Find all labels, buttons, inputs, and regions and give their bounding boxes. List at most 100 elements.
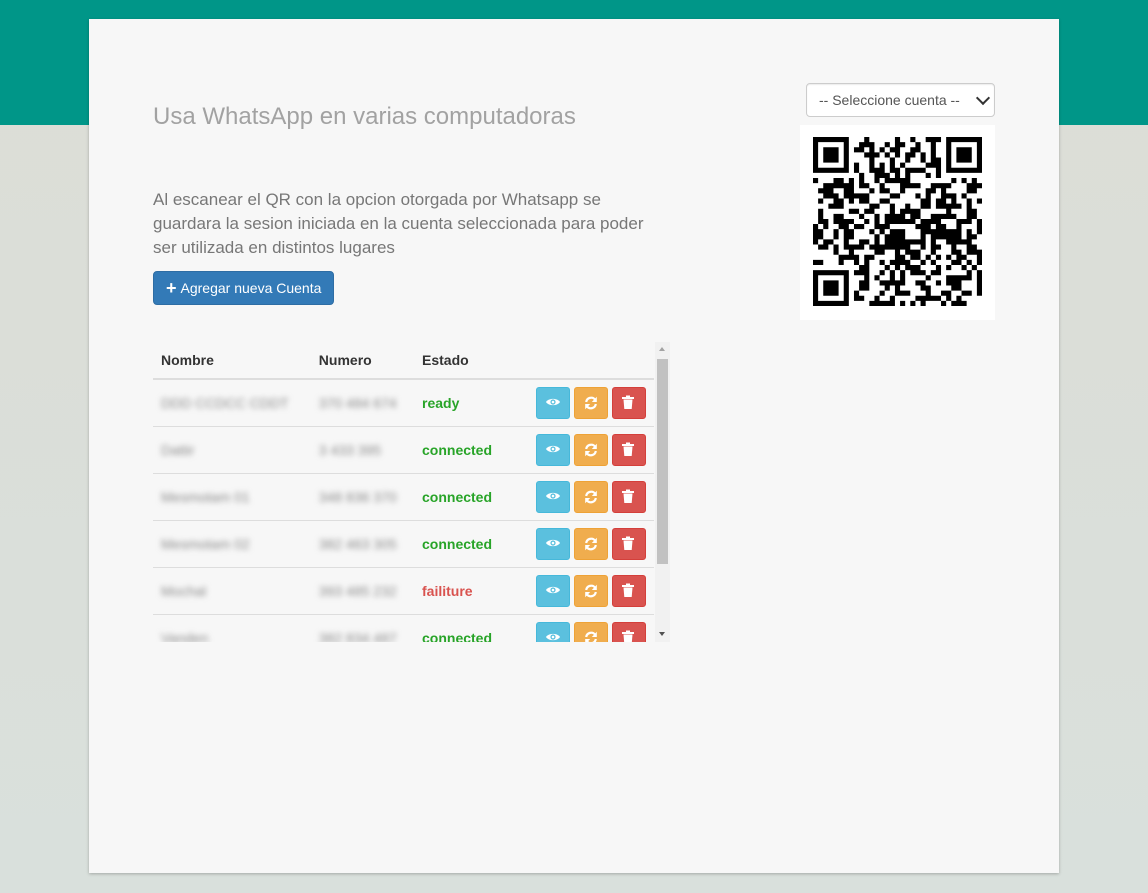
- refresh-button[interactable]: [574, 528, 608, 560]
- view-button[interactable]: [536, 434, 570, 466]
- accounts-table-container: Nombre Numero Estado DDD CCDCC CDDT 370 …: [153, 342, 671, 642]
- refresh-button[interactable]: [574, 434, 608, 466]
- account-select-value: -- Seleccione cuenta --: [819, 92, 960, 108]
- page-description: Al escanear el QR con la opcion otorgada…: [153, 190, 644, 257]
- cell-estado: failiture: [414, 567, 524, 615]
- accounts-table: Nombre Numero Estado DDD CCDCC CDDT 370 …: [153, 342, 654, 642]
- delete-button[interactable]: [612, 387, 646, 419]
- view-button[interactable]: [536, 528, 570, 560]
- cell-actions: [524, 614, 654, 642]
- account-name: Mesmotam 01: [161, 489, 250, 505]
- column-header-actions: [524, 342, 654, 380]
- refresh-button[interactable]: [574, 387, 608, 419]
- table-header-row: Nombre Numero Estado: [153, 342, 654, 380]
- cell-nombre: Mesmotam 02: [153, 520, 311, 568]
- status-badge: connected: [422, 442, 493, 458]
- account-number: 3 433 395: [318, 442, 382, 458]
- refresh-icon: [585, 443, 597, 457]
- scroll-up-arrow-icon[interactable]: [659, 347, 665, 351]
- account-name: Dattir: [161, 442, 195, 458]
- trash-icon: [622, 583, 634, 597]
- add-account-button[interactable]: + Agregar nueva Cuenta: [153, 271, 335, 305]
- delete-button[interactable]: [612, 481, 646, 513]
- account-number: 393 485 232: [318, 583, 397, 599]
- account-number: 370 484 674: [318, 395, 397, 411]
- cell-estado: connected: [414, 473, 524, 521]
- account-select[interactable]: -- Seleccione cuenta --: [806, 83, 995, 117]
- cell-actions: [524, 520, 654, 568]
- cell-nombre: Vanden: [153, 614, 311, 642]
- eye-icon: [546, 633, 560, 641]
- view-button[interactable]: [536, 575, 570, 607]
- cell-nombre: Dattir: [153, 426, 311, 474]
- table-row: Vanden 382 834 487 connected: [153, 614, 654, 642]
- trash-icon: [622, 630, 634, 642]
- table-row: Mesmotam 02 382 463 305 connected: [153, 520, 654, 568]
- refresh-icon: [585, 490, 597, 504]
- account-number: 382 463 305: [318, 536, 397, 552]
- status-badge: connected: [422, 489, 493, 505]
- table-scrollbar[interactable]: [655, 342, 670, 642]
- cell-estado: connected: [414, 520, 524, 568]
- refresh-icon: [585, 584, 597, 598]
- delete-button[interactable]: [612, 622, 646, 642]
- cell-estado: ready: [414, 379, 524, 427]
- page-title: Usa WhatsApp en varias computadoras: [153, 103, 576, 130]
- trash-icon: [622, 536, 634, 550]
- scroll-down-arrow-icon[interactable]: [659, 632, 665, 636]
- plus-icon: +: [166, 278, 177, 298]
- view-button[interactable]: [536, 481, 570, 513]
- account-name: Mochal: [161, 583, 207, 599]
- refresh-icon: [585, 537, 597, 551]
- cell-numero: 382 834 487: [310, 614, 414, 642]
- cell-nombre: DDD CCDCC CDDT: [153, 379, 311, 427]
- delete-button[interactable]: [612, 528, 646, 560]
- column-header-nombre: Nombre: [153, 342, 311, 380]
- trash-icon: [622, 395, 634, 409]
- eye-icon: [546, 445, 560, 453]
- qr-code-icon: [813, 137, 982, 306]
- cell-actions: [524, 473, 654, 521]
- refresh-icon: [585, 631, 597, 642]
- trash-icon: [622, 489, 634, 503]
- account-number: 348 836 370: [318, 489, 397, 505]
- chevron-down-icon: [975, 90, 991, 106]
- cell-numero: 348 836 370: [310, 473, 414, 521]
- delete-button[interactable]: [612, 434, 646, 466]
- eye-icon: [546, 492, 560, 500]
- refresh-icon: [585, 396, 597, 410]
- account-number: 382 834 487: [318, 630, 397, 642]
- scroll-thumb[interactable]: [657, 359, 668, 564]
- table-row: DDD CCDCC CDDT 370 484 674 ready: [153, 379, 654, 427]
- refresh-button[interactable]: [574, 575, 608, 607]
- refresh-button[interactable]: [574, 622, 608, 642]
- cell-estado: connected: [414, 614, 524, 642]
- account-name: Mesmotam 02: [161, 536, 250, 552]
- cell-actions: [524, 567, 654, 615]
- cell-actions: [524, 426, 654, 474]
- column-header-numero: Numero: [310, 342, 414, 380]
- status-badge: connected: [422, 630, 493, 642]
- cell-numero: 382 463 305: [310, 520, 414, 568]
- cell-numero: 3 433 395: [310, 426, 414, 474]
- eye-icon: [546, 398, 560, 406]
- refresh-button[interactable]: [574, 481, 608, 513]
- cell-actions: [524, 379, 654, 427]
- cell-numero: 393 485 232: [310, 567, 414, 615]
- cell-numero: 370 484 674: [311, 379, 414, 427]
- main-card: Usa WhatsApp en varias computadoras Al e…: [89, 19, 1059, 873]
- delete-button[interactable]: [612, 575, 646, 607]
- account-name: Vanden: [161, 630, 209, 642]
- table-row: Mesmotam 01 348 836 370 connected: [153, 473, 654, 521]
- view-button[interactable]: [536, 622, 570, 642]
- status-badge: ready: [422, 395, 460, 411]
- trash-icon: [622, 442, 634, 456]
- column-header-estado: Estado: [414, 342, 524, 380]
- status-badge: failiture: [422, 583, 473, 599]
- cell-nombre: Mochal: [153, 567, 311, 615]
- view-button[interactable]: [536, 387, 570, 419]
- add-account-label: Agregar nueva Cuenta: [180, 280, 322, 296]
- qr-code: [800, 125, 995, 320]
- cell-nombre: Mesmotam 01: [153, 473, 311, 521]
- status-badge: connected: [422, 536, 493, 552]
